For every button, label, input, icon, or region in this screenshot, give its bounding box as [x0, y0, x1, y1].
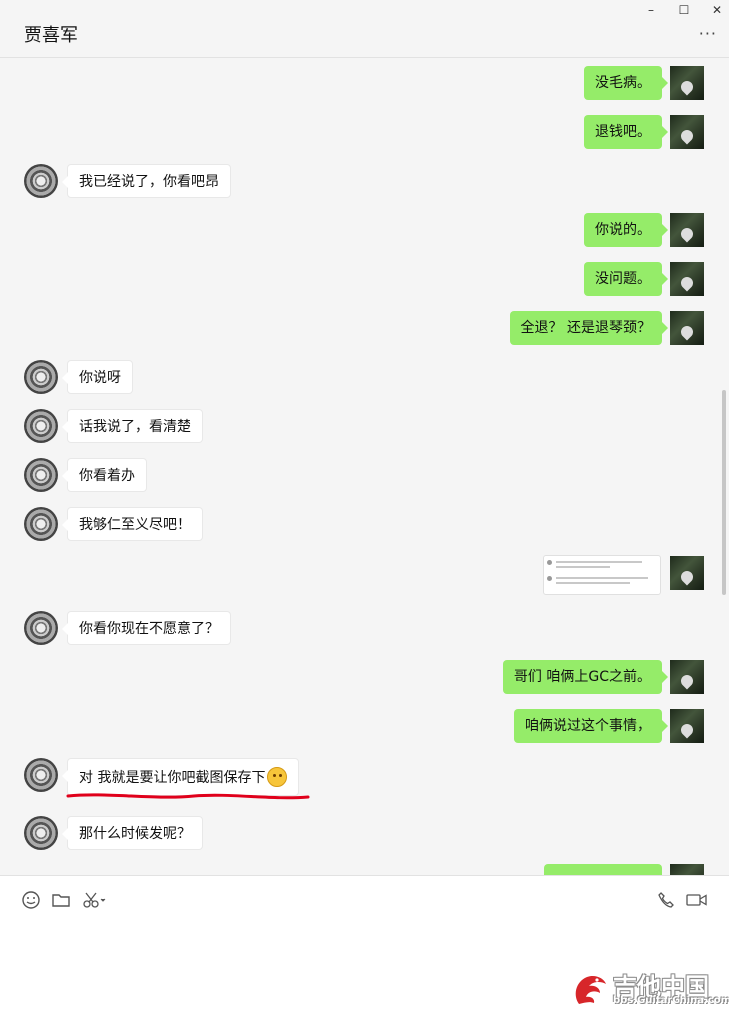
- sent-message-bubble[interactable]: 你说的。: [584, 213, 668, 247]
- my-avatar[interactable]: [670, 709, 704, 743]
- contact-avatar[interactable]: [24, 758, 58, 792]
- message-text: 对 我就是要让你吧截图保存下: [79, 770, 266, 786]
- my-avatar[interactable]: [670, 66, 704, 100]
- contact-avatar[interactable]: [24, 611, 58, 645]
- message-row: 你看你现在不愿意了？: [0, 611, 729, 647]
- video-icon[interactable]: [686, 890, 708, 910]
- message-row: 退钱吧。: [0, 115, 729, 151]
- chat-scrollbar[interactable]: [722, 390, 726, 595]
- contact-avatar[interactable]: [24, 409, 58, 443]
- sent-message-bubble[interactable]: 退钱吧。: [584, 115, 668, 149]
- folder-icon[interactable]: [51, 890, 71, 910]
- received-message-bubble[interactable]: 我够仁至义尽吧！: [62, 507, 203, 541]
- screenshot-avatar-dot: [547, 576, 552, 581]
- message-row: 哥们 咱俩上GC之前。: [0, 660, 729, 696]
- maximize-button[interactable]: ☐: [676, 3, 692, 17]
- sent-message-bubble[interactable]: 没问题。: [584, 262, 668, 296]
- forum-watermark: 吉他中国 bbs.GuitarChina.com: [571, 968, 729, 1010]
- screenshot-text-line: [556, 577, 648, 579]
- screenshot-text-line: [556, 582, 630, 584]
- red-underline-annotation: [66, 793, 310, 800]
- message-row: 没毛病。: [0, 66, 729, 102]
- screenshot-avatar-dot: [547, 560, 552, 565]
- contact-avatar[interactable]: [24, 816, 58, 850]
- received-message-bubble[interactable]: 你说呀: [62, 360, 133, 394]
- sent-message-bubble[interactable]: [544, 864, 662, 875]
- my-avatar[interactable]: [670, 262, 704, 296]
- message-row: 我已经说了，你看吧昂: [0, 164, 729, 200]
- message-row: 对 我就是要让你吧截图保存下: [0, 758, 729, 796]
- received-message-bubble[interactable]: 话我说了，看清楚: [62, 409, 203, 443]
- sent-message-bubble[interactable]: 哥们 咱俩上GC之前。: [502, 660, 669, 694]
- my-avatar[interactable]: [670, 660, 704, 694]
- message-row: 我够仁至义尽吧！: [0, 507, 729, 543]
- my-avatar[interactable]: [670, 115, 704, 149]
- close-button[interactable]: ✕: [709, 3, 725, 17]
- my-avatar[interactable]: [670, 311, 704, 345]
- my-avatar[interactable]: [670, 213, 704, 247]
- message-row: 咱俩说过这个事情，: [0, 709, 729, 745]
- sent-message-bubble[interactable]: 没毛病。: [584, 66, 668, 100]
- phone-icon[interactable]: [656, 890, 676, 910]
- message-row: [0, 864, 729, 875]
- message-row: 你说的。: [0, 213, 729, 249]
- message-row: 没问题。: [0, 262, 729, 298]
- input-toolbar: [0, 875, 729, 923]
- received-message-bubble[interactable]: 我已经说了，你看吧昂: [62, 164, 231, 198]
- my-avatar[interactable]: [670, 556, 704, 590]
- watermark-url: bbs.GuitarChina.com: [613, 995, 729, 1006]
- message-row: 全退？ 还是退琴颈？: [0, 311, 729, 347]
- message-row: 你说呀: [0, 360, 729, 396]
- smiley-icon[interactable]: [21, 890, 41, 910]
- scissors-icon[interactable]: [82, 890, 108, 910]
- dragon-logo-icon: [575, 975, 606, 1004]
- message-input[interactable]: 吉他中国 bbs.GuitarChina.com: [0, 923, 729, 1018]
- received-message-bubble[interactable]: 你看着办: [62, 458, 147, 492]
- title-bar: 贾喜军 – ☐ ✕ ···: [0, 0, 729, 58]
- contact-avatar[interactable]: [24, 507, 58, 541]
- message-list[interactable]: 没毛病。 退钱吧。 我已经说了，你看吧昂 你说的。 没问题。 全退？ 还是退琴颈…: [0, 58, 729, 875]
- received-message-bubble[interactable]: 那什么时候发呢？: [62, 816, 203, 850]
- contact-avatar[interactable]: [24, 164, 58, 198]
- my-avatar[interactable]: [670, 864, 704, 875]
- screenshot-text-line: [556, 566, 610, 568]
- message-row: 话我说了，看清楚: [0, 409, 729, 445]
- sent-message-bubble[interactable]: 全退？ 还是退琴颈？: [509, 311, 669, 345]
- contact-avatar[interactable]: [24, 458, 58, 492]
- chat-title: 贾喜军: [24, 25, 78, 46]
- message-row: 那什么时候发呢？: [0, 816, 729, 852]
- screenshot-image-message[interactable]: [543, 555, 661, 595]
- contact-avatar[interactable]: [24, 360, 58, 394]
- more-options-button[interactable]: ···: [699, 26, 717, 42]
- thinking-emoji-icon: [267, 767, 288, 787]
- sent-message-bubble[interactable]: 咱俩说过这个事情，: [514, 709, 668, 743]
- message-row: 你看着办: [0, 458, 729, 494]
- received-message-bubble[interactable]: 你看你现在不愿意了？: [62, 611, 231, 645]
- received-message-bubble[interactable]: 对 我就是要让你吧截图保存下: [61, 758, 300, 796]
- minimize-button[interactable]: –: [643, 3, 659, 17]
- screenshot-text-line: [556, 561, 642, 563]
